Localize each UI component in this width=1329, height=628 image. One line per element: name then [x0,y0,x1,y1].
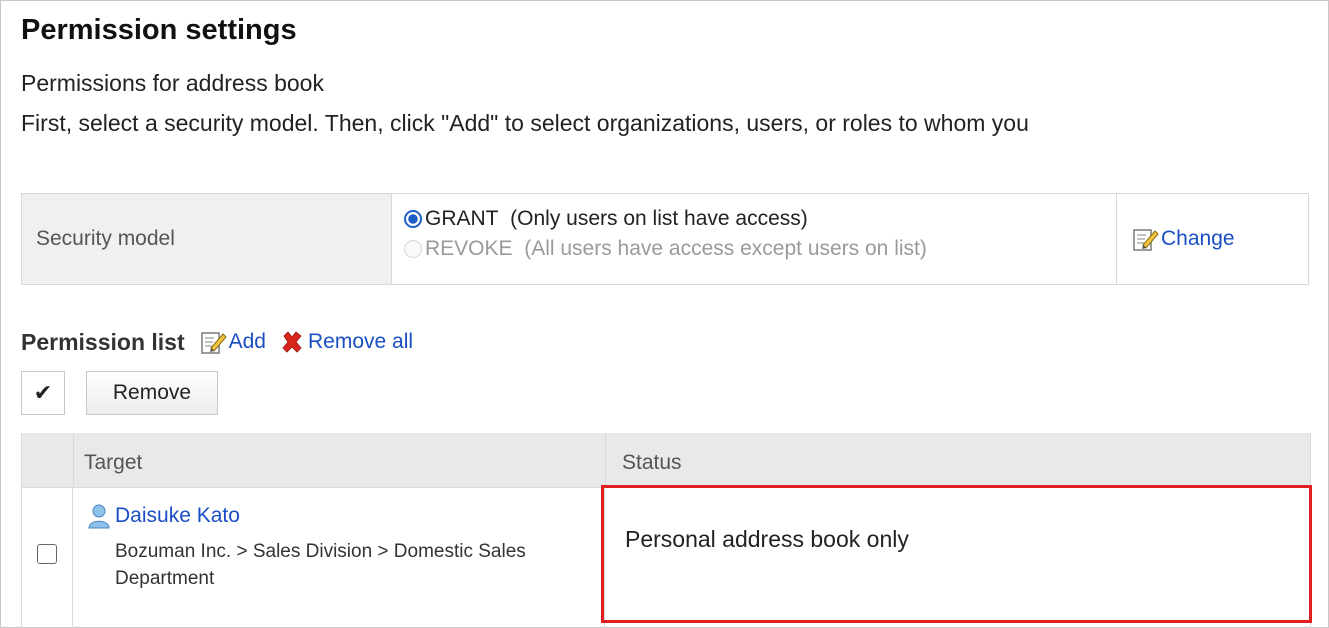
grant-option-label: GRANT (Only users on list have access) [425,207,808,230]
add-link[interactable]: Add [199,328,266,356]
header-check-cell [22,433,74,487]
user-name-link[interactable]: Daisuke Kato [115,504,240,528]
revoke-option[interactable]: REVOKE (All users have access except use… [404,234,1116,264]
security-model-label: Security model [22,194,392,284]
edit-icon [200,332,227,354]
row-check-cell [22,488,73,628]
remove-icon [282,331,302,353]
row-status-cell: Personal address book only [605,488,1310,628]
row-checkbox[interactable] [37,544,57,564]
permission-list-header: Permission list Add Remove all [21,322,427,362]
checkmark-icon: ✔ [33,380,53,405]
edit-icon [1133,229,1159,251]
row-target-cell: Daisuke Kato Bozuman Inc. > Sales Divisi… [73,488,605,628]
radio-unselected-icon[interactable] [404,240,422,258]
page-title: Permission settings [21,14,297,46]
user-entry: Daisuke Kato [87,498,604,534]
column-header-status: Status [622,451,682,474]
security-model-table: Security model GRANT (Only users on list… [21,193,1309,285]
add-link-label: Add [228,330,266,353]
user-icon [88,504,110,529]
column-header-target: Target [74,433,606,487]
change-link[interactable]: Change [1117,194,1308,284]
change-link-label: Change [1161,227,1235,250]
security-model-options: GRANT (Only users on list have access) R… [392,194,1117,284]
table-row: Daisuke Kato Bozuman Inc. > Sales Divisi… [22,488,1310,628]
remove-all-link[interactable]: Remove all [280,330,413,354]
grant-option[interactable]: GRANT (Only users on list have access) [404,204,1116,234]
remove-button[interactable]: Remove [86,371,218,415]
radio-selected-icon[interactable] [404,210,422,228]
permission-table: Target Status Daisuke Kato Bozuman Inc. … [21,433,1311,628]
check-all-toggle[interactable]: ✔ [21,371,65,415]
revoke-option-label: REVOKE (All users have access except use… [425,237,927,260]
status-value: Personal address book only [625,526,909,552]
remove-all-link-label: Remove all [308,330,414,353]
permission-list-title: Permission list [21,328,185,355]
table-header: Target Status [22,433,1310,488]
page-subtitle: Permissions for address book [21,70,324,96]
organization-path: Bozuman Inc. > Sales Division > Domestic… [115,541,526,589]
page-description: First, select a security model. Then, cl… [21,110,1029,136]
